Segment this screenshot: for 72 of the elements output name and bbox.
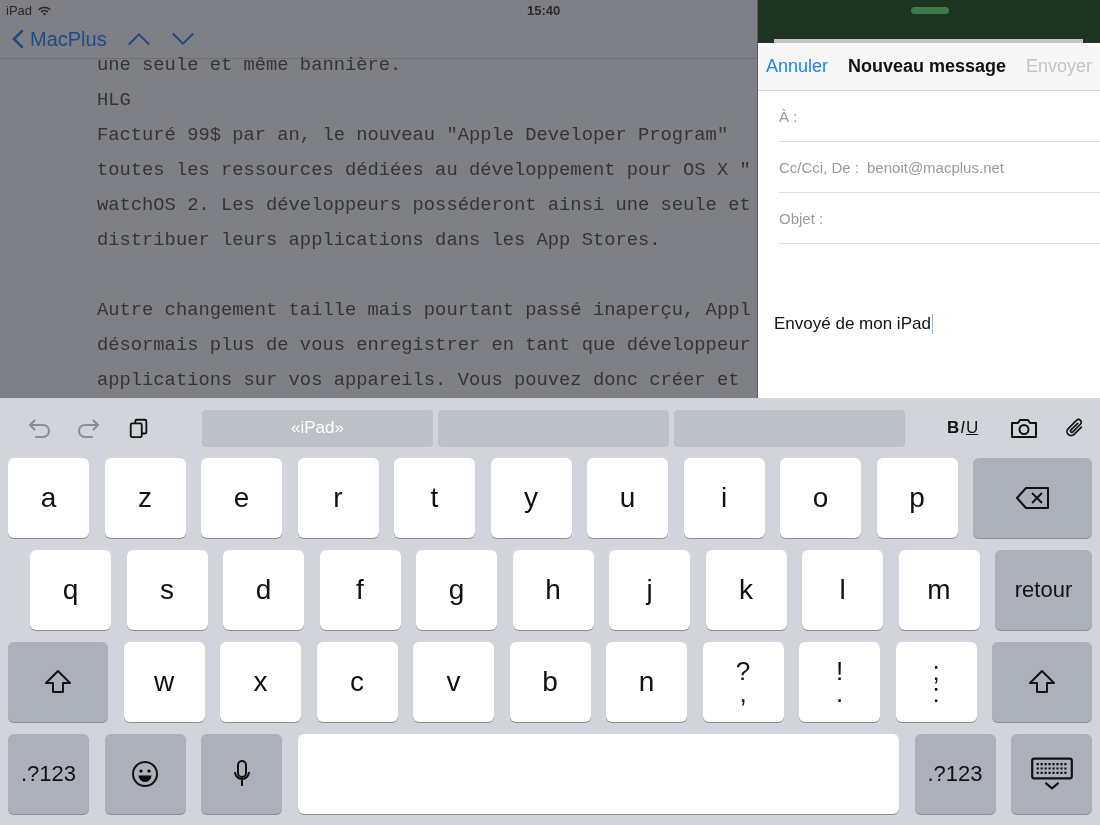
format-button[interactable]: BIU [947, 418, 979, 438]
letter-key[interactable]: n [606, 642, 687, 722]
function-key[interactable]: .?123 [8, 734, 89, 814]
letter-key[interactable]: c [316, 642, 398, 722]
letter-key[interactable]: j [609, 550, 690, 630]
function-key[interactable]: retour [995, 550, 1092, 630]
field-value: benoit@macplus.net [867, 158, 1004, 176]
document-text-line: distribuer leurs applications dans les App Stores. [97, 228, 661, 253]
chevron-down-icon[interactable] [170, 31, 195, 48]
function-key[interactable]: .?123 [914, 734, 996, 814]
delete-icon [1014, 486, 1051, 510]
camera-icon[interactable] [1010, 417, 1039, 439]
punctuation-key[interactable]: ; : [895, 642, 977, 722]
status-time: 15:40 [527, 2, 561, 18]
document-text-line: désormais plus de vous enregistrer en tant que développeur [97, 333, 751, 358]
letter-key[interactable]: a [8, 458, 89, 538]
shift-arrow-icon [44, 668, 72, 696]
document-text-line: Facturé 99$ par an, le nouveau "Apple Developer Program" [97, 123, 729, 148]
delete-key[interactable] [973, 458, 1092, 538]
document-text-line: Autre changement taille mais pourtant passé inaperçu, Appl [97, 298, 751, 323]
document-text-line: applications sur vos appareils. Vous pouvez donc créer et [97, 368, 740, 393]
letter-key[interactable]: t [394, 458, 475, 538]
letter-key[interactable]: u [587, 458, 668, 538]
letter-key[interactable]: b [509, 642, 591, 722]
letter-key[interactable]: d [223, 550, 304, 630]
letter-key[interactable]: z [104, 458, 186, 538]
text-cursor [931, 314, 933, 334]
shift-key[interactable] [8, 642, 108, 722]
letter-key[interactable]: q [30, 550, 111, 630]
letter-key[interactable]: w [123, 642, 205, 722]
chevron-up-icon[interactable] [126, 31, 151, 48]
smiley-icon [131, 760, 159, 788]
undo-icon[interactable] [26, 417, 52, 439]
shift-key[interactable] [992, 642, 1092, 722]
field-label: À : [779, 107, 798, 125]
letter-key[interactable]: h [512, 550, 594, 630]
grabber-handle[interactable] [911, 7, 949, 14]
field-label: Cc/Cci, De : [779, 158, 859, 176]
microphone-icon [231, 759, 252, 789]
keyboard-icon [1029, 756, 1074, 792]
document-text-line: watchOS 2. Les développeurs posséderont ainsi une seule et [97, 193, 751, 218]
device-name: iPad [6, 2, 33, 18]
letter-key[interactable]: x [220, 642, 301, 722]
letter-key[interactable]: v [413, 642, 494, 722]
hide-keyboard-key[interactable] [1011, 734, 1092, 814]
punctuation-key[interactable]: ? , [702, 642, 784, 722]
letter-key[interactable]: o [780, 458, 861, 538]
microphone-key[interactable] [201, 734, 282, 814]
field-label: Objet : [779, 209, 824, 227]
letter-key[interactable]: e [201, 458, 282, 538]
letter-key[interactable]: f [319, 550, 401, 630]
letter-key[interactable]: p [876, 458, 958, 538]
document-text-line: toutes les ressources dédiées au développement pour OS X " [97, 158, 751, 183]
redo-icon[interactable] [76, 417, 102, 439]
letter-key[interactable]: s [126, 550, 208, 630]
letter-key[interactable]: k [705, 550, 787, 630]
letter-key[interactable]: m [898, 550, 980, 630]
shift-arrow-icon [1028, 668, 1056, 696]
letter-key[interactable]: r [297, 458, 379, 538]
letter-key[interactable]: i [683, 458, 765, 538]
letter-key[interactable]: g [416, 550, 497, 630]
back-chevron-icon [12, 29, 24, 50]
cancel-button[interactable]: Annuler [766, 56, 829, 77]
letter-key[interactable]: y [490, 458, 572, 538]
punctuation-key[interactable]: ! . [799, 642, 880, 722]
document-text-line: HLG [97, 88, 131, 113]
wifi-icon [37, 4, 53, 16]
signature-text: Envoyé de mon iPad [774, 314, 931, 334]
emoji-key[interactable] [104, 734, 186, 814]
letter-key[interactable]: l [802, 550, 883, 630]
document-text-line: une seule et même bannière. [97, 53, 402, 78]
compose-title: Nouveau message [847, 56, 1007, 77]
